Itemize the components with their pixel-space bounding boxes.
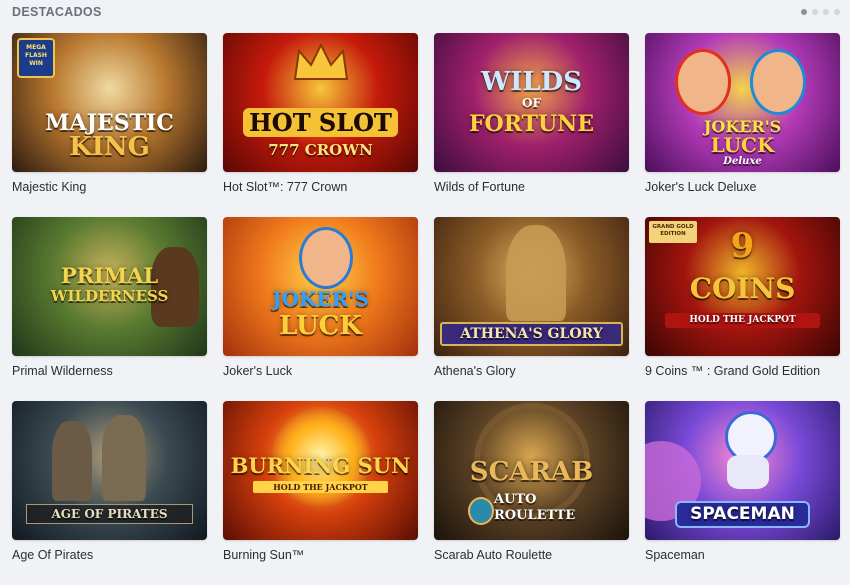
art-text-3: HOLD THE JACKPOT	[689, 315, 796, 325]
game-name[interactable]: Age Of Pirates	[12, 548, 207, 562]
game-thumbnail-spaceman[interactable]: SPACEMAN	[645, 401, 840, 540]
game-card[interactable]: HOT SLOT 777 CROWN Hot Slot™: 777 Crown	[223, 33, 418, 217]
pager-dot-3[interactable]	[823, 9, 829, 15]
game-name[interactable]: Hot Slot™: 777 Crown	[223, 180, 418, 194]
art-text-1: WILDS	[481, 67, 582, 97]
art-text-1: BURNING SUN	[230, 453, 411, 478]
game-card[interactable]: JOKER'S LUCK Joker's Luck	[223, 217, 418, 401]
art-text-1: JOKER'S	[272, 287, 369, 311]
astronaut-body-icon	[727, 455, 769, 489]
crown-icon	[291, 42, 351, 83]
art-text-1: ATHENA'S GLORY	[460, 326, 603, 342]
pager-dot-4[interactable]	[834, 9, 840, 15]
game-thumbnail-wilds-of-fortune[interactable]: WILDS OF FORTUNE	[434, 33, 629, 172]
game-card[interactable]: BURNING SUN HOLD THE JACKPOT Burning Sun…	[223, 401, 418, 585]
art-text-2: OF	[522, 96, 541, 110]
game-card[interactable]: SCARAB AUTO ROULETTE Scarab Auto Roulett…	[434, 401, 629, 585]
art-text-1: SCARAB	[469, 457, 594, 487]
game-thumbnail-jokers-luck[interactable]: JOKER'S LUCK	[223, 217, 418, 356]
pirate-figure-icon	[102, 415, 146, 501]
art-text-2: HOLD THE JACKPOT	[273, 482, 368, 492]
game-card[interactable]: JOKER'S LUCK Deluxe Joker's Luck Deluxe	[645, 33, 840, 217]
game-thumbnail-age-of-pirates[interactable]: AGE OF PIRATES	[12, 401, 207, 540]
joker-face-icon	[675, 49, 731, 115]
scarab-icon	[468, 497, 494, 525]
game-thumbnail-hot-slot[interactable]: HOT SLOT 777 CROWN	[223, 33, 418, 172]
art-text-2: KING	[69, 132, 150, 162]
game-thumbnail-primal-wilderness[interactable]: PRIMAL WILDERNESS	[12, 217, 207, 356]
art-text-2: 777 CROWN	[268, 141, 373, 159]
game-thumbnail-athenas-glory[interactable]: ATHENA'S GLORY	[434, 217, 629, 356]
art-text-3: Deluxe	[723, 156, 762, 167]
game-thumbnail-majestic-king[interactable]: MEGA FLASH WIN MAJESTIC KING	[12, 33, 207, 172]
game-name[interactable]: 9 Coins ™ : Grand Gold Edition	[645, 364, 840, 378]
game-card[interactable]: AGE OF PIRATES Age Of Pirates	[12, 401, 207, 585]
art-text-1: PRIMAL	[60, 263, 159, 288]
game-card[interactable]: GRAND GOLD EDITION 9 COINS HOLD THE JACK…	[645, 217, 840, 401]
game-grid: MEGA FLASH WIN MAJESTIC KING Majestic Ki…	[12, 33, 840, 585]
art-text-2: LUCK	[710, 133, 775, 157]
game-thumbnail-jokers-luck-deluxe[interactable]: JOKER'S LUCK Deluxe	[645, 33, 840, 172]
game-card[interactable]: PRIMAL WILDERNESS Primal Wilderness	[12, 217, 207, 401]
game-name[interactable]: Scarab Auto Roulette	[434, 548, 629, 562]
game-name[interactable]: Athena's Glory	[434, 364, 629, 378]
pirate-figure-icon	[52, 421, 92, 501]
game-name[interactable]: Joker's Luck Deluxe	[645, 180, 840, 194]
mega-flash-win-badge: MEGA FLASH WIN	[17, 38, 55, 78]
joker-face-icon	[299, 227, 353, 289]
game-thumbnail-9-coins[interactable]: GRAND GOLD EDITION 9 COINS HOLD THE JACK…	[645, 217, 840, 356]
game-name[interactable]: Majestic King	[12, 180, 207, 194]
art-text-1: 9	[730, 226, 755, 266]
art-text-2: AUTO	[494, 492, 537, 507]
art-text-2: WILDERNESS	[50, 287, 169, 305]
game-card[interactable]: SPACEMAN Spaceman	[645, 401, 840, 585]
game-thumbnail-burning-sun[interactable]: BURNING SUN HOLD THE JACKPOT	[223, 401, 418, 540]
game-name[interactable]: Primal Wilderness	[12, 364, 207, 378]
pager-dot-1[interactable]	[801, 9, 807, 15]
game-card[interactable]: WILDS OF FORTUNE Wilds of Fortune	[434, 33, 629, 217]
section-title: DESTACADOS	[12, 5, 102, 19]
game-name[interactable]: Spaceman	[645, 548, 840, 562]
joker-face-icon	[750, 49, 806, 115]
game-name[interactable]: Wilds of Fortune	[434, 180, 629, 194]
athena-figure-icon	[506, 225, 566, 321]
game-thumbnail-scarab-auto-roulette[interactable]: SCARAB AUTO ROULETTE	[434, 401, 629, 540]
game-name[interactable]: Joker's Luck	[223, 364, 418, 378]
art-text-1: HOT SLOT	[243, 108, 398, 137]
game-card[interactable]: ATHENA'S GLORY Athena's Glory	[434, 217, 629, 401]
art-text-2: COINS	[689, 272, 796, 305]
pager-dot-2[interactable]	[812, 9, 818, 15]
art-text-3: FORTUNE	[468, 111, 595, 137]
game-card[interactable]: MEGA FLASH WIN MAJESTIC KING Majestic Ki…	[12, 33, 207, 217]
art-text-3: ROULETTE	[494, 508, 576, 523]
art-text-2: LUCK	[279, 311, 362, 341]
game-name[interactable]: Burning Sun™	[223, 548, 418, 562]
carousel-pager	[801, 9, 840, 15]
art-text-1: AGE OF PIRATES	[51, 507, 168, 521]
art-text-1: SPACEMAN	[690, 504, 795, 524]
